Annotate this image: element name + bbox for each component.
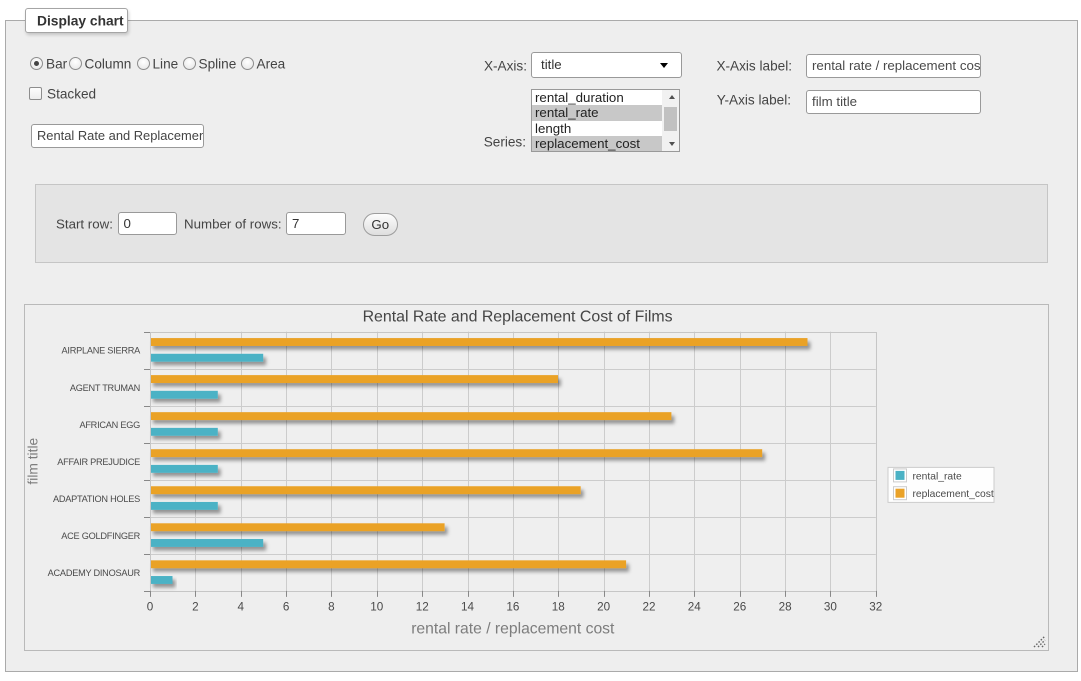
svg-text:6: 6 [283, 600, 290, 613]
svg-text:12: 12 [416, 600, 429, 613]
svg-text:rental rate / replacement cost: rental rate / replacement cost [411, 620, 615, 637]
svg-text:8: 8 [328, 600, 335, 613]
svg-text:10: 10 [370, 600, 384, 613]
svg-text:24: 24 [688, 600, 702, 613]
svg-text:AGENT TRUMAN: AGENT TRUMAN [70, 382, 140, 392]
svg-text:30: 30 [824, 600, 838, 613]
svg-text:rental_rate: rental_rate [913, 471, 963, 482]
svg-text:26: 26 [733, 600, 746, 613]
svg-text:20: 20 [597, 600, 611, 613]
svg-text:18: 18 [552, 600, 565, 613]
svg-text:AFFAIR PREJUDICE: AFFAIR PREJUDICE [57, 456, 140, 466]
svg-text:0: 0 [147, 600, 154, 613]
svg-text:28: 28 [779, 600, 792, 613]
svg-text:32: 32 [869, 600, 882, 613]
svg-text:Rental Rate and Replacement Co: Rental Rate and Replacement Cost of Film… [363, 308, 673, 325]
svg-text:4: 4 [237, 600, 244, 613]
svg-text:AIRPLANE SIERRA: AIRPLANE SIERRA [62, 345, 142, 355]
svg-text:AFRICAN EGG: AFRICAN EGG [79, 419, 140, 429]
svg-text:2: 2 [192, 600, 199, 613]
svg-text:ADAPTATION HOLES: ADAPTATION HOLES [53, 493, 140, 503]
svg-text:16: 16 [506, 600, 519, 613]
svg-text:14: 14 [461, 600, 475, 613]
svg-text:ACADEMY DINOSAUR: ACADEMY DINOSAUR [48, 568, 141, 578]
svg-text:ACE GOLDFINGER: ACE GOLDFINGER [61, 530, 140, 540]
svg-text:22: 22 [642, 600, 655, 613]
svg-text:replacement_cost: replacement_cost [913, 489, 994, 500]
svg-text:film title: film title [26, 437, 41, 484]
